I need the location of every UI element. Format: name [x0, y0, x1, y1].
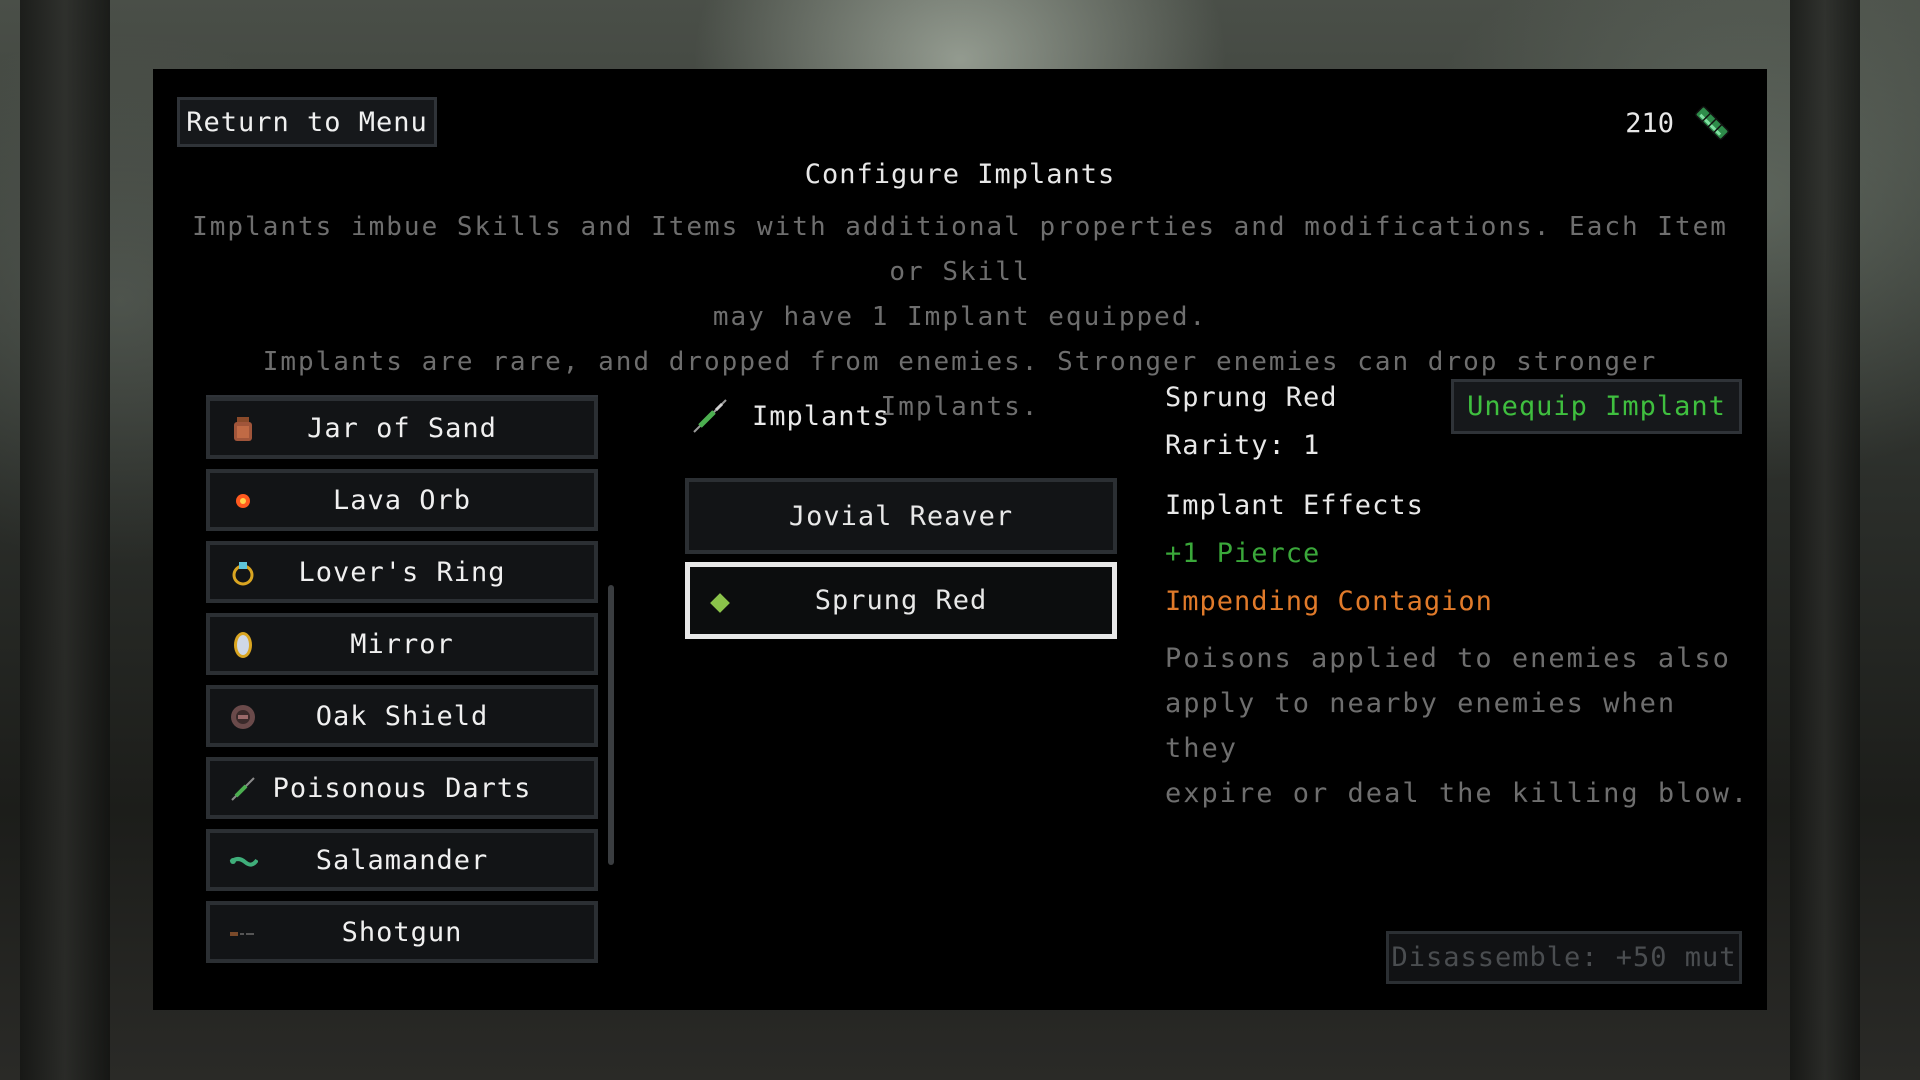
implant-ability-name: Impending Contagion [1165, 586, 1493, 617]
implant-name: Sprung Red [1165, 382, 1338, 413]
implant-sprung-red[interactable]: Sprung Red [685, 562, 1117, 639]
item-lovers-ring[interactable]: Lover's Ring [206, 541, 598, 603]
item-label: Poisonous Darts [272, 772, 532, 804]
item-label: Mirror [350, 628, 454, 660]
item-mirror[interactable]: Mirror [206, 613, 598, 675]
mirror-icon [228, 630, 258, 660]
implant-stat: +1 Pierce [1165, 538, 1321, 569]
currency-amount: 210 [1625, 107, 1674, 139]
item-list-scrollbar[interactable] [608, 585, 614, 865]
background-tree [20, 0, 110, 1080]
item-salamander[interactable]: Salamander [206, 829, 598, 891]
implants-header-label: Implants [752, 400, 891, 432]
implant-label: Sprung Red [814, 585, 988, 616]
equipped-indicator-icon [710, 593, 730, 613]
green-vial-icon [1695, 106, 1729, 140]
dart-icon [228, 774, 258, 804]
unequip-implant-button[interactable]: Unequip Implant [1451, 379, 1742, 434]
salamander-icon [228, 846, 258, 876]
ability-description-line: Poisons applied to enemies also [1165, 643, 1731, 674]
implant-jovial-reaver[interactable]: Jovial Reaver [685, 478, 1117, 554]
implant-ability-description: Poisons applied to enemies also apply to… [1165, 636, 1767, 816]
ability-description-line: expire or deal the killing blow. [1165, 778, 1750, 809]
item-label: Salamander [315, 844, 489, 876]
item-jar-of-sand[interactable]: Jar of Sand [206, 397, 598, 459]
item-shotgun[interactable]: Shotgun [206, 901, 598, 963]
return-to-menu-button[interactable]: Return to Menu [177, 97, 437, 147]
item-oak-shield[interactable]: Oak Shield [206, 685, 598, 747]
ring-icon [228, 558, 258, 588]
currency-display: 210 [1625, 103, 1732, 143]
orb-icon [228, 486, 258, 516]
description-line: Implants imbue Skills and Items with add… [192, 212, 1728, 287]
shield-icon [228, 702, 258, 732]
item-label: Jar of Sand [307, 412, 497, 444]
background-tree [1790, 0, 1860, 1080]
page-title: Configure Implants [804, 159, 1116, 190]
implant-label: Jovial Reaver [788, 500, 1014, 532]
ability-description-line: apply to nearby enemies when they [1165, 688, 1677, 764]
item-poisonous-darts[interactable]: Poisonous Darts [206, 757, 598, 819]
description-line: may have 1 Implant equipped. [712, 302, 1208, 332]
item-list: Jar of Sand Lava Orb Lover's Ring Mirror… [206, 397, 598, 966]
jar-icon [228, 414, 258, 444]
implants-panel: Return to Menu 210 Configure Implants Im… [153, 69, 1767, 1010]
item-label: Oak Shield [315, 700, 489, 732]
syringe-icon [693, 399, 727, 433]
implant-rarity: Rarity: 1 [1165, 430, 1321, 461]
disassemble-button[interactable]: Disassemble: +50 mut [1386, 931, 1742, 984]
item-label: Lover's Ring [298, 556, 506, 588]
shotgun-icon [228, 918, 258, 948]
implants-header: Implants [690, 396, 890, 436]
item-label: Lava Orb [332, 484, 472, 516]
item-label: Shotgun [341, 916, 463, 948]
implant-effects-heading: Implant Effects [1165, 490, 1424, 521]
item-lava-orb[interactable]: Lava Orb [206, 469, 598, 531]
